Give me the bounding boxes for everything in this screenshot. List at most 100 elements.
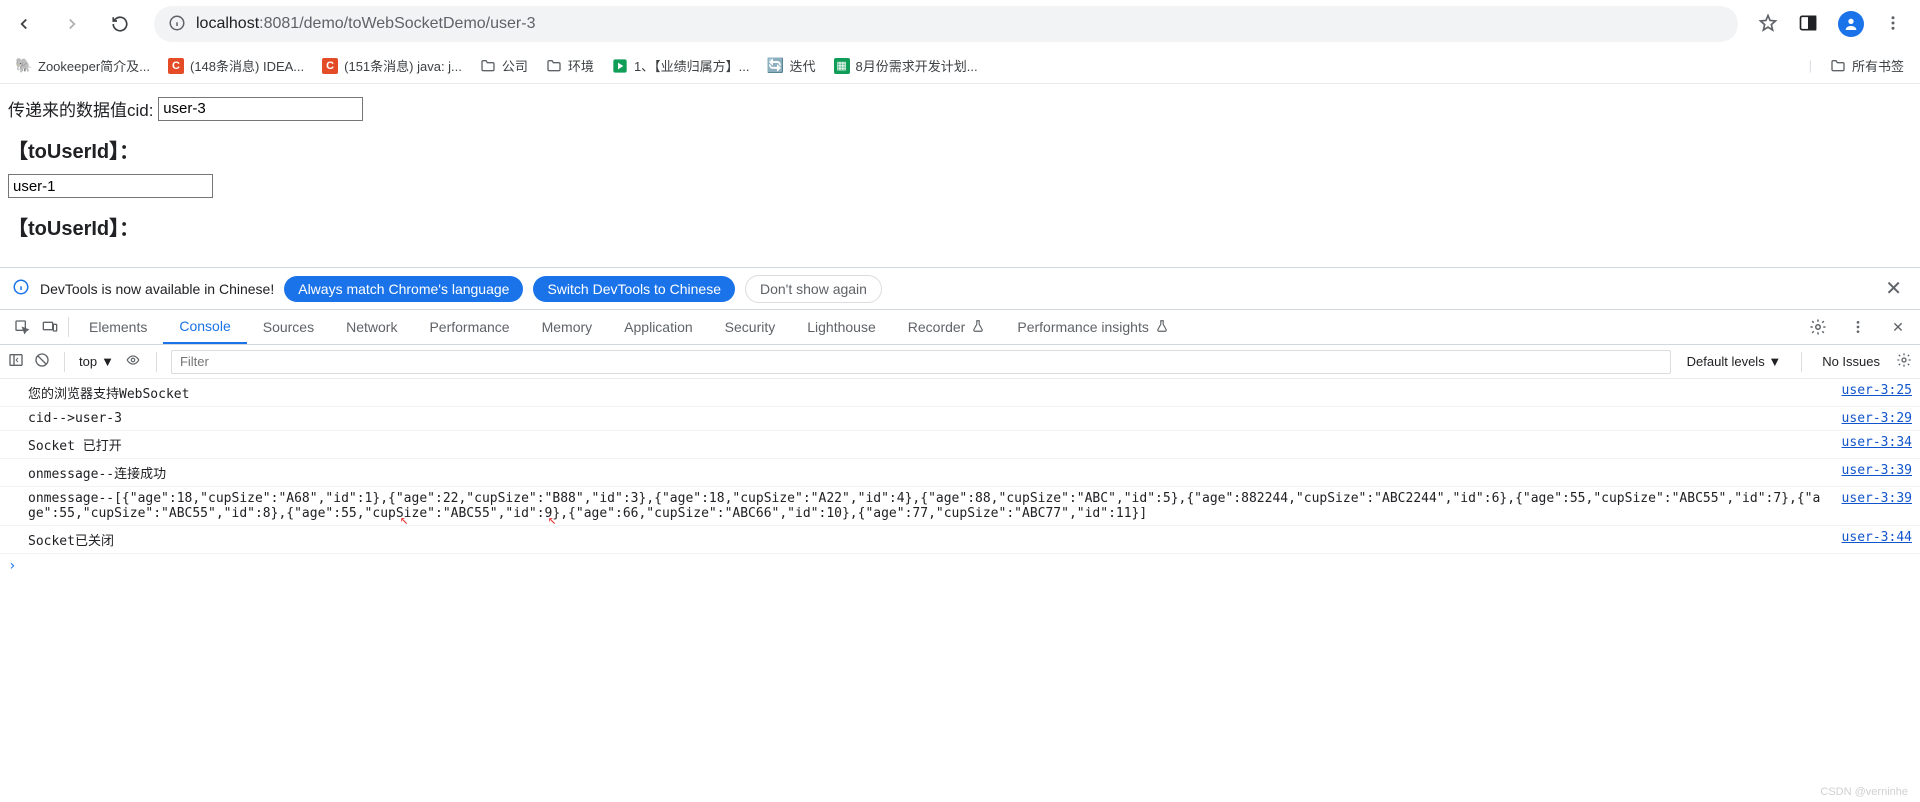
iterate-icon: 🔄 [768,58,784,74]
profile-avatar-icon[interactable] [1838,11,1864,37]
browser-toolbar: localhost:8081/demo/toWebSocketDemo/user… [0,0,1920,48]
touserid-heading-1: 【toUserId】： [8,135,1912,164]
switch-language-button[interactable]: Switch DevTools to Chinese [533,276,735,302]
divider [68,317,69,337]
touserid-input[interactable] [8,174,213,198]
site-info-icon[interactable] [168,14,186,35]
csdn-icon: C [168,58,184,74]
log-row: onmessage--连接成功user-3:39 [0,459,1920,487]
folder-icon [546,58,562,74]
tab-application[interactable]: Application [608,310,709,344]
log-source-link[interactable]: user-3:39 [1822,463,1912,482]
bookmark-label: 公司 [502,56,528,75]
context-selector[interactable]: top ▼ [79,354,114,369]
bookmark-label: 1、【业绩归属方】... [634,56,750,75]
log-row: Socket已关闭user-3:44 [0,526,1920,554]
issues-counter[interactable]: No Issues [1816,354,1886,369]
divider: | [1809,58,1812,73]
tab-lighthouse[interactable]: Lighthouse [791,310,892,344]
divider [64,352,65,372]
log-row: 您的浏览器支持WebSocketuser-3:25 [0,379,1920,407]
log-source-link[interactable]: user-3:29 [1822,411,1912,426]
log-message: Socket 已打开 [28,435,1822,454]
toggle-sidebar-icon[interactable] [8,352,24,371]
settings-gear-icon[interactable] [1804,313,1832,341]
sheet-icon: ▦ [834,58,850,74]
all-bookmarks-label: 所有书签 [1852,56,1904,75]
bookmark-item[interactable]: 1、【业绩归属方】... [612,56,750,75]
tab-sources[interactable]: Sources [247,310,330,344]
log-message: cid-->user-3 [28,411,1822,426]
cid-input[interactable] [158,97,363,121]
log-source-link[interactable]: user-3:39 [1822,491,1912,521]
reload-button[interactable] [106,10,134,38]
divider [1801,352,1802,372]
log-message: Socket已关闭 [28,530,1822,549]
bookmark-item[interactable]: C (148条消息) IDEA... [168,56,304,75]
log-source-link[interactable]: user-3:25 [1822,383,1912,402]
chevron-down-icon: ▼ [101,354,114,369]
folder-icon [480,58,496,74]
flask-icon [1155,319,1169,336]
devtools-infobar: DevTools is now available in Chinese! Al… [0,267,1920,309]
log-levels-selector[interactable]: Default levels ▼ [1681,354,1788,369]
tab-elements[interactable]: Elements [73,310,163,344]
log-row: cid-->user-3user-3:29 [0,407,1920,431]
all-bookmarks-button[interactable]: 所有书签 [1830,56,1904,75]
bookmark-item[interactable]: C (151条消息) java: j... [322,56,462,75]
close-devtools-icon[interactable]: ✕ [1884,313,1912,341]
cid-label: 传递来的数据值cid: [8,96,153,121]
tab-performance[interactable]: Performance [413,310,525,344]
log-message: 您的浏览器支持WebSocket [28,383,1822,402]
live-expression-icon[interactable] [124,353,142,370]
arrow-annotation-icon: ↖ [400,512,408,528]
log-source-link[interactable]: user-3:34 [1822,435,1912,454]
bookmarks-bar: 🐘Zookeeper简介及... C (148条消息) IDEA... C (151条消… [0,48,1920,84]
touserid-heading-2: 【toUserId】： [8,212,1912,241]
match-language-button[interactable]: Always match Chrome's language [284,276,523,302]
address-bar[interactable]: localhost:8081/demo/toWebSocketDemo/user… [154,6,1738,42]
log-source-link[interactable]: user-3:44 [1822,530,1912,549]
clear-console-icon[interactable] [34,352,50,371]
menu-kebab-icon[interactable] [1884,14,1902,35]
infobar-text: DevTools is now available in Chinese! [40,281,274,297]
tab-security[interactable]: Security [709,310,792,344]
flask-icon [971,319,985,336]
tab-memory[interactable]: Memory [526,310,609,344]
back-button[interactable] [10,10,38,38]
forward-button[interactable] [58,10,86,38]
devtools-tabbar: ElementsConsoleSourcesNetworkPerformance… [0,309,1920,345]
close-infobar-icon[interactable]: ✕ [1885,276,1908,301]
bookmark-label: 8月份需求开发计划... [856,56,978,75]
csdn-icon: C [322,58,338,74]
side-panel-icon[interactable] [1798,13,1818,36]
page-content: 传递来的数据值cid: 【toUserId】： 【toUserId】： [0,84,1920,267]
console-prompt[interactable]: › [0,554,1920,578]
bookmark-item[interactable]: 🐘Zookeeper简介及... [16,56,150,75]
arrow-annotation-icon: ↖ [548,512,556,528]
console-toolbar: top ▼ Default levels ▼ No Issues [0,345,1920,379]
log-row: Socket 已打开user-3:34 [0,431,1920,459]
device-toolbar-icon[interactable] [36,313,64,341]
bookmark-item[interactable]: ▦ 8月份需求开发计划... [834,56,978,75]
tab-console[interactable]: Console [163,310,246,344]
tab-recorder[interactable]: Recorder [892,310,1002,344]
log-message: onmessage--[{"age":18,"cupSize":"A68","i… [28,491,1822,521]
bookmark-label: (148条消息) IDEA... [190,56,304,75]
url-text: localhost:8081/demo/toWebSocketDemo/user… [196,15,535,33]
kebab-menu-icon[interactable] [1844,313,1872,341]
watermark: CSDN @verninhe [1820,786,1908,798]
divider [156,352,157,372]
tab-network[interactable]: Network [330,310,413,344]
bookmark-item[interactable]: 公司 [480,56,528,75]
bookmark-item[interactable]: 🔄迭代 [768,56,816,75]
folder-icon [1830,58,1846,74]
dont-show-again-button[interactable]: Don't show again [745,275,882,303]
console-settings-gear-icon[interactable] [1896,352,1912,371]
bookmark-label: (151条消息) java: j... [344,56,462,75]
console-filter-input[interactable] [171,350,1671,374]
inspect-element-icon[interactable] [8,313,36,341]
bookmark-item[interactable]: 环境 [546,56,594,75]
tab-performance-insights[interactable]: Performance insights [1001,310,1185,344]
bookmark-star-icon[interactable] [1758,13,1778,36]
